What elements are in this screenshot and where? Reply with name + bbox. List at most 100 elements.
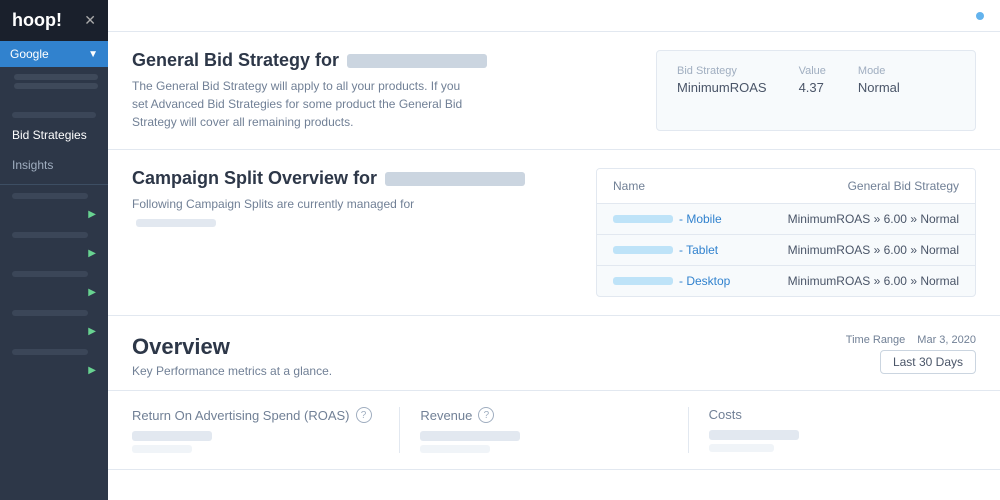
sidebar-item-insights[interactable]: Insights [0, 150, 108, 180]
top-bar [108, 0, 1000, 32]
sidebar-blurred-item-2 [12, 232, 88, 238]
split-row-left-mobile: - Mobile [613, 212, 722, 226]
sidebar-expand-icon-4[interactable]: ▶ [88, 326, 96, 337]
sidebar-sub-blurred-2 [14, 83, 98, 89]
bid-mode-value: Normal [858, 80, 900, 95]
bid-strategy-title-blurred [347, 54, 487, 68]
split-row-blurred-tablet [613, 246, 673, 254]
campaign-split-inner: Campaign Split Overview for Following Ca… [132, 168, 976, 297]
campaign-split-description: Following Campaign Splits are currently … [132, 195, 472, 231]
main-content: General Bid Strategy for The General Bid… [108, 0, 1000, 500]
sidebar-blurred-item-1 [12, 193, 88, 199]
overview-title: Overview [132, 334, 332, 360]
split-row-blurred-mobile [613, 215, 673, 223]
sidebar-header: hoop! ✕ [0, 0, 108, 41]
overview-right: Time Range Mar 3, 2020 Last 30 Days [846, 334, 976, 374]
metric-roas-title: Return On Advertising Spend (ROAS) [132, 408, 350, 423]
bid-strategy-label: Bid Strategy [677, 65, 767, 77]
campaign-split-left: Campaign Split Overview for Following Ca… [132, 168, 572, 297]
sidebar-divider-1 [0, 184, 108, 185]
split-table-row: - Mobile MinimumROAS » 6.00 » Normal [597, 204, 975, 235]
sidebar-blurred-item-5 [12, 349, 88, 355]
metric-roas-sub [132, 445, 192, 453]
metric-costs-value [709, 430, 799, 440]
metric-costs-title: Costs [709, 407, 742, 422]
bid-info-box: Bid Strategy MinimumROAS Value 4.37 Mode… [656, 50, 976, 131]
bid-value-value: 4.37 [799, 80, 826, 95]
split-col-name: Name [613, 179, 645, 193]
metric-costs: Costs [688, 407, 976, 453]
sidebar: hoop! ✕ Google ▼ Bid Strategies Insights… [0, 0, 108, 500]
sidebar-expand-icon-2[interactable]: ▶ [88, 248, 96, 259]
bid-strategy-title: General Bid Strategy for [132, 50, 632, 71]
time-range-date: Mar 3, 2020 [917, 334, 976, 346]
bid-strategy-title-prefix: General Bid Strategy for [132, 50, 339, 71]
metric-revenue-info-icon[interactable]: ? [478, 407, 494, 423]
split-row-link-mobile[interactable]: - Mobile [679, 212, 722, 226]
sidebar-blurred-item-top [12, 112, 96, 118]
bid-strategy-left: General Bid Strategy for The General Bid… [132, 50, 632, 131]
split-row-link-tablet[interactable]: - Tablet [679, 243, 718, 257]
bid-info-strategy: Bid Strategy MinimumROAS [677, 65, 767, 95]
split-row-left-tablet: - Tablet [613, 243, 718, 257]
campaign-split-table: Name General Bid Strategy - Mobile Minim… [596, 168, 976, 297]
overview-header: Overview Key Performance metrics at a gl… [132, 334, 976, 378]
metric-revenue: Revenue ? [399, 407, 687, 453]
campaign-split-desc-prefix: Following Campaign Splits are currently … [132, 197, 414, 211]
top-bar-indicator [976, 12, 984, 20]
metric-costs-sub [709, 444, 774, 452]
split-row-left-desktop: - Desktop [613, 274, 730, 288]
campaign-split-title: Campaign Split Overview for [132, 168, 572, 189]
sidebar-account-label: Google [10, 47, 49, 61]
sidebar-sub-items [0, 67, 108, 96]
metrics-section: Return On Advertising Spend (ROAS) ? Rev… [108, 391, 1000, 470]
metric-revenue-title: Revenue [420, 408, 472, 423]
split-table-header: Name General Bid Strategy [597, 169, 975, 204]
sidebar-dropdown-arrow-icon: ▼ [88, 49, 98, 60]
sidebar-logo: hoop! [12, 10, 62, 31]
bid-info-value: Value 4.37 [799, 65, 826, 95]
split-row-strategy-mobile: MinimumROAS » 6.00 » Normal [788, 212, 959, 226]
split-table-row: - Desktop MinimumROAS » 6.00 » Normal [597, 266, 975, 296]
metric-costs-header: Costs [709, 407, 956, 422]
time-range-dropdown[interactable]: Last 30 Days [880, 350, 976, 374]
split-row-blurred-desktop [613, 277, 673, 285]
campaign-split-desc-blurred [136, 219, 216, 227]
sidebar-expand-icon-5[interactable]: ▶ [88, 365, 96, 376]
bid-info-mode: Mode Normal [858, 65, 900, 95]
split-table-row: - Tablet MinimumROAS » 6.00 » Normal [597, 235, 975, 266]
metric-revenue-sub [420, 445, 490, 453]
bid-strategy-inner: General Bid Strategy for The General Bid… [132, 50, 976, 131]
bid-strategy-value: MinimumROAS [677, 80, 767, 95]
campaign-split-title-blurred [385, 172, 525, 186]
metric-roas-value [132, 431, 212, 441]
split-row-link-desktop[interactable]: - Desktop [679, 274, 730, 288]
metric-roas-header: Return On Advertising Spend (ROAS) ? [132, 407, 379, 423]
overview-left: Overview Key Performance metrics at a gl… [132, 334, 332, 378]
sidebar-item-bid-strategies[interactable]: Bid Strategies [0, 120, 108, 150]
time-range-label: Time Range [846, 334, 906, 346]
sidebar-expand-icon-1[interactable]: ▶ [88, 209, 96, 220]
sidebar-nav-label-bid-strategies: Bid Strategies [12, 128, 87, 142]
metric-revenue-header: Revenue ? [420, 407, 667, 423]
metric-roas: Return On Advertising Spend (ROAS) ? [132, 407, 399, 453]
campaign-split-section: Campaign Split Overview for Following Ca… [108, 150, 1000, 316]
sidebar-account-dropdown[interactable]: Google ▼ [0, 41, 108, 67]
sidebar-blurred-item-4 [12, 310, 88, 316]
sidebar-nav: Bid Strategies Insights ▶ ▶ ▶ ▶ [0, 96, 108, 500]
bid-strategy-section: General Bid Strategy for The General Bid… [108, 32, 1000, 150]
split-row-strategy-desktop: MinimumROAS » 6.00 » Normal [788, 274, 959, 288]
sidebar-blurred-item-3 [12, 271, 88, 277]
metric-revenue-value [420, 431, 520, 441]
time-range-row: Time Range Mar 3, 2020 [846, 334, 976, 346]
sidebar-nav-label-insights: Insights [12, 158, 53, 172]
overview-description: Key Performance metrics at a glance. [132, 364, 332, 378]
bid-value-label: Value [799, 65, 826, 77]
sidebar-close-button[interactable]: ✕ [84, 12, 96, 29]
sidebar-expand-icon-3[interactable]: ▶ [88, 287, 96, 298]
split-col-strategy: General Bid Strategy [848, 179, 959, 193]
bid-mode-label: Mode [858, 65, 900, 77]
content-area: General Bid Strategy for The General Bid… [108, 32, 1000, 500]
metric-roas-info-icon[interactable]: ? [356, 407, 372, 423]
bid-strategy-description: The General Bid Strategy will apply to a… [132, 77, 472, 131]
